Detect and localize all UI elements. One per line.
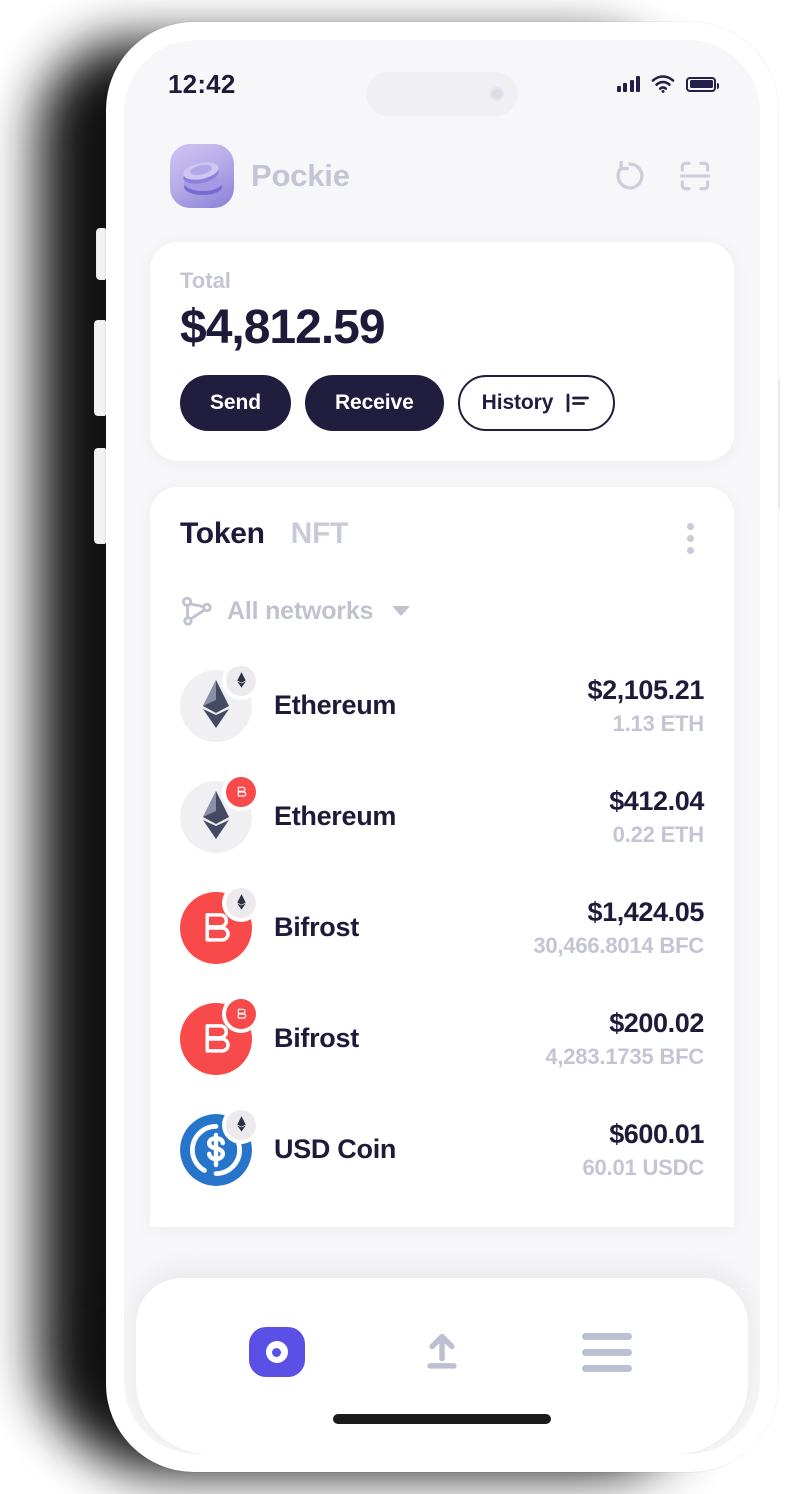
phone-frame: 12:42 Pockie Total $4,812.59 Send Receiv… [106, 22, 778, 1472]
token-amount: 60.01 USDC [582, 1154, 704, 1180]
app-title: Pockie [251, 158, 350, 193]
wallet-icon [248, 1327, 305, 1377]
token-name: Bifrost [274, 1023, 359, 1053]
balance-card: Total $4,812.59 Send Receive History [150, 242, 734, 461]
pockie-coin-stack-logo [170, 144, 234, 208]
token-values: $1,424.05 30,466.8014 BFC [533, 897, 704, 959]
token-list-item[interactable]: Bifrost $1,424.05 30,466.8014 BFC [180, 872, 704, 983]
token-icon-wrap [180, 998, 256, 1075]
token-amount: 1.13 ETH [612, 710, 705, 736]
token-values: $600.01 60.01 USDC [582, 1119, 704, 1181]
token-list-item[interactable]: Ethereum $2,105.21 1.13 ETH [180, 650, 704, 761]
upload-arrow-icon [427, 1333, 457, 1369]
status-bar-clock: 12:42 [168, 68, 236, 99]
kebab-menu-icon[interactable] [677, 517, 704, 560]
history-list-icon [566, 393, 590, 413]
token-values: $200.02 4,283.1735 BFC [545, 1008, 704, 1070]
qr-scan-icon[interactable] [676, 157, 714, 195]
screenshot-canvas: 12:42 Pockie Total $4,812.59 Send Receiv… [0, 0, 788, 1494]
token-fiat-value: $412.04 [609, 785, 704, 816]
nav-send[interactable] [397, 1320, 487, 1384]
wifi-icon [651, 75, 675, 93]
tab-token[interactable]: Token [180, 517, 265, 551]
bifrost-network-badge [226, 776, 256, 807]
silence-switch[interactable] [96, 228, 106, 280]
front-camera-icon [490, 87, 504, 101]
wallet-icon-dot [265, 1341, 288, 1363]
token-list: Ethereum $2,105.21 1.13 ETH Ethereum $41… [180, 650, 704, 1205]
send-button-label: Send [210, 391, 261, 414]
header-actions [611, 157, 714, 195]
token-fiat-value: $200.02 [609, 1007, 704, 1038]
token-icon-wrap [180, 1109, 256, 1186]
cellular-signal-icon [616, 76, 640, 92]
history-button-label: History [481, 391, 554, 414]
token-amount: 4,283.1735 BFC [545, 1043, 704, 1069]
token-list-item[interactable]: Ethereum $412.04 0.22 ETH [180, 761, 704, 872]
home-indicator[interactable] [333, 1414, 551, 1424]
bottom-navigation-bar [136, 1278, 748, 1454]
volume-down-button[interactable] [94, 448, 106, 544]
token-amount: 0.22 ETH [612, 821, 705, 847]
wallet-icon-inner-dot [272, 1347, 282, 1357]
token-tabs: Token NFT [180, 517, 348, 551]
send-button[interactable]: Send [180, 375, 291, 431]
token-tabs-row: Token NFT [180, 517, 704, 560]
dynamic-island [366, 72, 518, 116]
total-label: Total [180, 268, 231, 293]
status-bar: 12:42 [124, 40, 760, 128]
hamburger-menu-icon [582, 1332, 633, 1372]
token-fiat-value: $1,424.05 [587, 896, 704, 927]
ethereum-network-badge [226, 665, 256, 696]
network-filter-label: All networks [227, 596, 374, 625]
refresh-loop-icon[interactable] [611, 157, 649, 195]
nav-menu[interactable] [562, 1320, 652, 1384]
token-name: Ethereum [274, 801, 397, 831]
token-card: Token NFT All networks Ethereum $2,105.2… [150, 487, 734, 1227]
history-button[interactable]: History [457, 375, 616, 431]
ethereum-network-badge [226, 1109, 256, 1140]
ethereum-network-badge [226, 887, 256, 918]
token-fiat-value: $2,105.21 [587, 674, 704, 705]
token-fiat-value: $600.01 [609, 1118, 704, 1149]
token-values: $412.04 0.22 ETH [609, 786, 704, 848]
token-list-item[interactable]: USD Coin $600.01 60.01 USDC [180, 1094, 704, 1205]
volume-up-button[interactable] [94, 320, 106, 416]
battery-full-icon [686, 76, 719, 92]
token-icon-wrap [180, 887, 256, 964]
token-values: $2,105.21 1.13 ETH [587, 675, 704, 737]
total-amount: $4,812.59 [180, 301, 386, 354]
receive-button-label: Receive [334, 391, 414, 414]
chevron-down-icon [392, 606, 411, 616]
token-icon-wrap [180, 665, 256, 742]
token-icon-wrap [180, 776, 256, 853]
nav-wallet[interactable] [232, 1320, 322, 1384]
network-filter-dropdown[interactable]: All networks [180, 594, 704, 628]
token-name: USD Coin [274, 1134, 397, 1164]
app-header: Pockie [124, 128, 760, 208]
phone-screen: 12:42 Pockie Total $4,812.59 Send Receiv… [124, 40, 760, 1454]
tab-nft[interactable]: NFT [291, 517, 349, 551]
network-nodes-icon [181, 596, 212, 626]
bifrost-network-badge [226, 998, 256, 1029]
token-name: Ethereum [274, 690, 397, 720]
receive-button[interactable]: Receive [304, 375, 444, 431]
balance-actions: Send Receive History [180, 375, 704, 431]
token-amount: 30,466.8014 BFC [533, 932, 704, 958]
status-bar-indicators [616, 75, 719, 93]
token-list-item[interactable]: Bifrost $200.02 4,283.1735 BFC [180, 983, 704, 1094]
token-name: Bifrost [274, 912, 359, 942]
app-brand: Pockie [170, 144, 350, 208]
